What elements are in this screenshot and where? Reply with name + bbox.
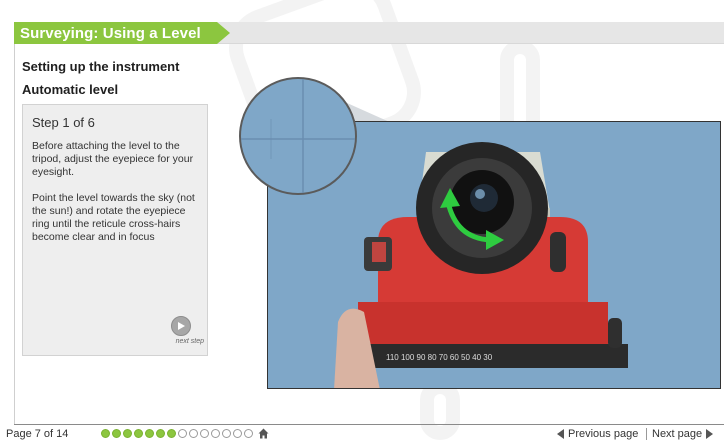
magnified-reticule: [239, 77, 357, 195]
progress-dot[interactable]: [244, 429, 253, 438]
progress-dot[interactable]: [211, 429, 220, 438]
progress-dot[interactable]: [101, 429, 110, 438]
scale-numbers: 110 100 90 80 70 60 50 40 30: [386, 353, 493, 362]
progress-dot[interactable]: [123, 429, 132, 438]
progress-dot[interactable]: [178, 429, 187, 438]
previous-page-button[interactable]: Previous page: [557, 428, 638, 440]
progress-dots: [101, 428, 269, 439]
prev-arrow-icon: [557, 429, 564, 440]
progress-dot[interactable]: [167, 429, 176, 438]
footer-bar: Page 7 of 14 Previous page Next page: [0, 425, 724, 441]
crosshair-icon: [241, 79, 355, 193]
progress-dot[interactable]: [134, 429, 143, 438]
progress-dot[interactable]: [112, 429, 121, 438]
next-page-button[interactable]: Next page: [652, 428, 714, 440]
footer-separator: [646, 428, 647, 440]
progress-dot[interactable]: [200, 429, 209, 438]
progress-dot[interactable]: [156, 429, 165, 438]
page-indicator: Page 7 of 14: [6, 428, 69, 440]
next-arrow-icon: [706, 429, 714, 440]
progress-dot[interactable]: [189, 429, 198, 438]
progress-dot[interactable]: [233, 429, 242, 438]
progress-dot[interactable]: [222, 429, 231, 438]
next-page-label: Next page: [652, 428, 703, 440]
previous-page-label: Previous page: [568, 428, 639, 440]
progress-dot[interactable]: [145, 429, 154, 438]
home-icon[interactable]: [258, 428, 269, 439]
